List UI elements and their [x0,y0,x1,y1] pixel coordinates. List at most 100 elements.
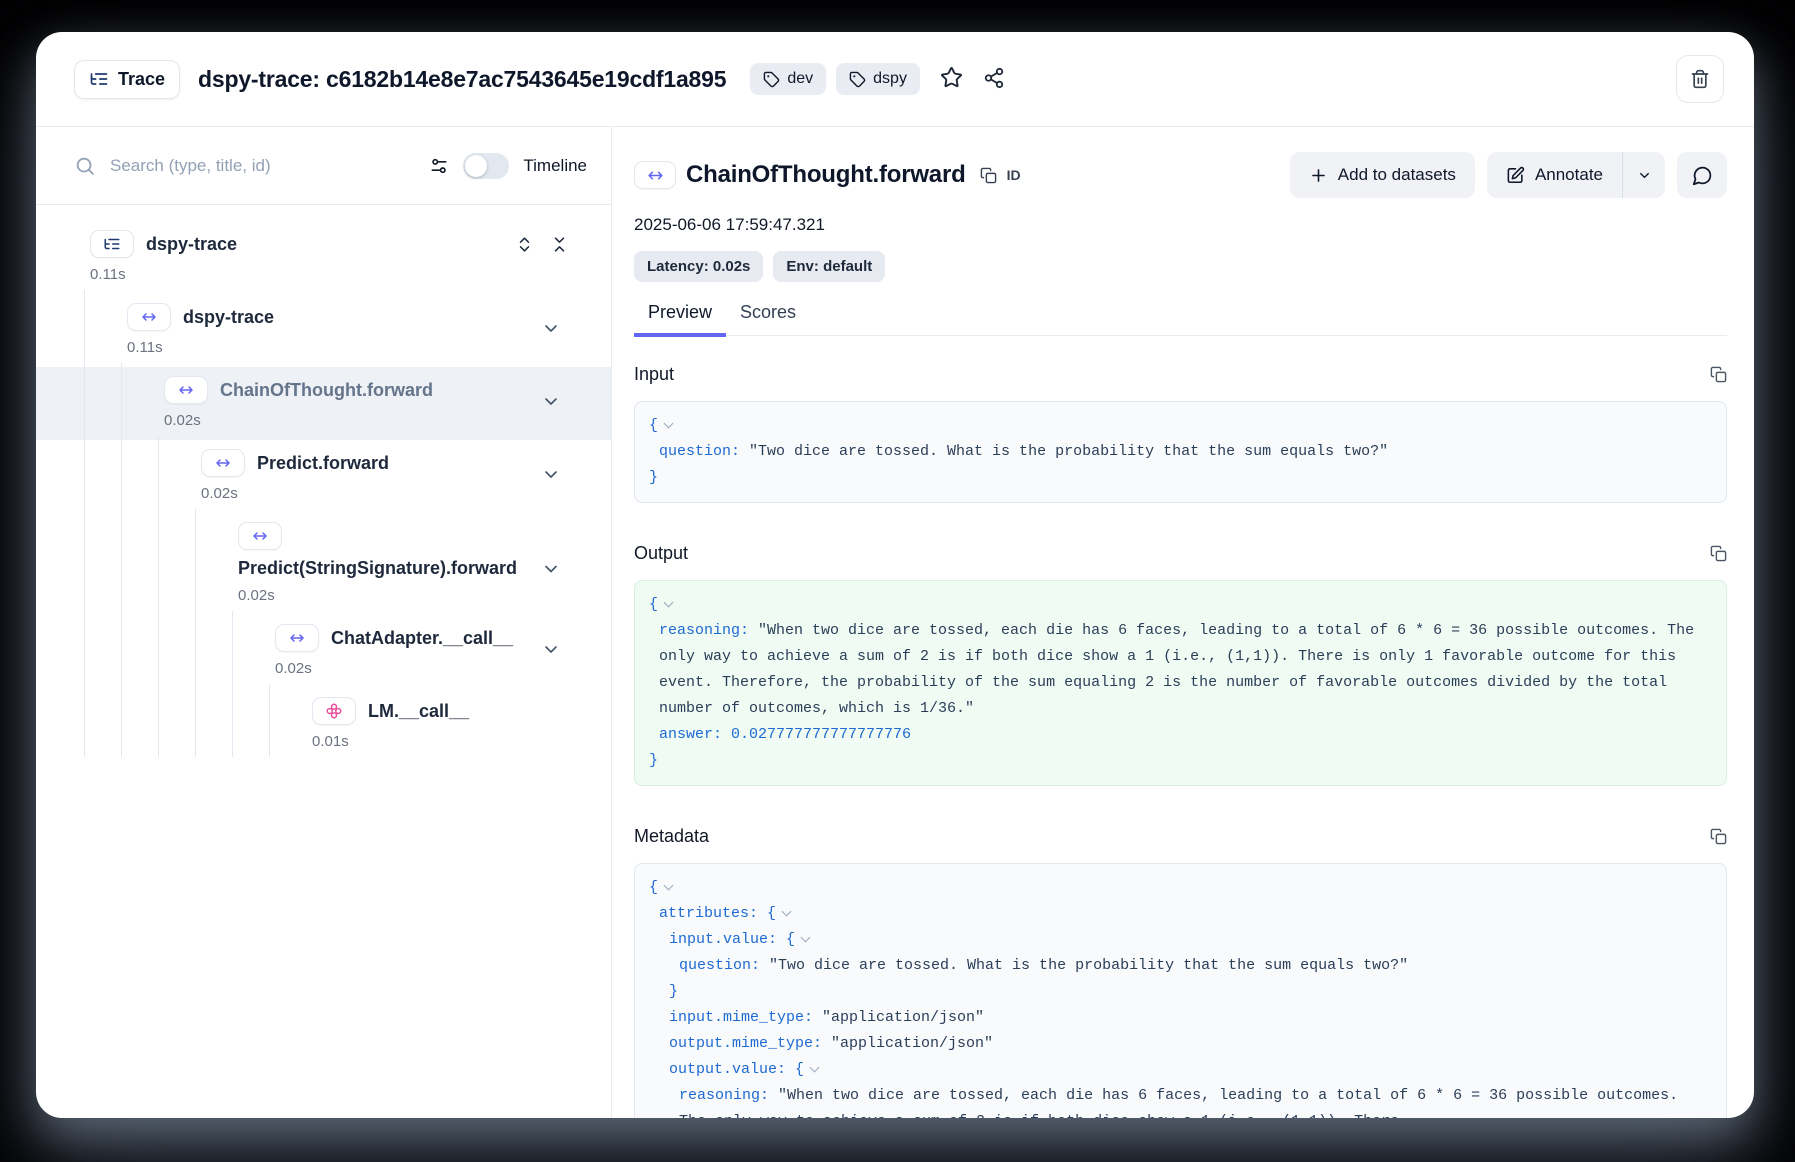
collapse-json-icon[interactable] [664,419,674,429]
plus-icon [1309,166,1328,185]
share-button[interactable] [983,67,1005,92]
tab-scores[interactable]: Scores [726,302,810,335]
search-input[interactable] [110,156,415,176]
collapse-all-icon[interactable] [550,235,569,254]
json-brace: { [786,1061,804,1078]
annotate-button-group: Annotate [1487,152,1665,198]
timeline-toggle-label: Timeline [523,156,587,176]
json-line: { [649,875,1712,901]
trace-sidebar: Timeline dspy-trace 0.11s dspy-trace 0.11s C… [36,127,612,1118]
span-type-badge [634,161,676,189]
tab-preview[interactable]: Preview [634,302,726,335]
status-badge: Env: default [773,251,885,282]
collapse-node-icon[interactable] [541,464,561,489]
tree-row[interactable]: ChainOfThought.forward0.02s [36,367,611,440]
json-line: output.value: { [649,1057,1712,1083]
json-line: { [649,413,1712,439]
collapse-node-icon[interactable] [541,639,561,664]
section-header: Output [634,543,1727,564]
json-str: "application/json" [813,1009,984,1026]
section-title: Metadata [634,826,709,847]
span-icon [214,454,232,472]
collapse-json-icon[interactable] [801,933,811,943]
generation-icon [325,702,343,720]
collapse-json-icon[interactable] [664,881,674,891]
json-brace: } [649,469,658,486]
tag-icon [849,71,866,88]
status-badge: Latency: 0.02s [634,251,763,282]
tree-row[interactable]: Predict(StringSignature).forward0.02s [36,513,611,615]
section-title: Input [634,364,674,385]
tree-item-label: ChatAdapter.__call__ [331,628,513,649]
add-to-datasets-button[interactable]: Add to datasets [1290,152,1475,198]
span-title-row: ChainOfThought.forward ID Add to dataset… [634,151,1727,199]
tag-pill[interactable]: dev [750,63,826,95]
chevron-down-icon [1637,168,1652,183]
json-key: attributes: [659,905,758,922]
comments-button[interactable] [1677,152,1727,198]
copy-section-button[interactable] [1710,545,1727,562]
duration-label: 0.11s [127,339,611,356]
collapse-json-icon[interactable] [664,598,674,608]
tree-controls [515,235,569,254]
trace-type-badge: Trace [74,60,180,99]
duration-label: 0.11s [90,266,611,283]
annotate-button[interactable]: Annotate [1487,152,1622,198]
json-line: reasoning: "When two dice are tossed, ea… [649,618,1712,722]
json-line: attributes: { [649,901,1712,927]
copy-section-button[interactable] [1710,366,1727,383]
json-key: reasoning: [679,1087,769,1104]
collapse-json-icon[interactable] [782,907,792,917]
tree-row[interactable]: LM.__call__0.01s [36,688,611,761]
span-actions: Add to datasets Annotate [1290,152,1727,198]
span-timestamp: 2025-06-06 17:59:47.321 [634,215,1727,235]
json-key: answer: [659,726,722,743]
add-to-datasets-label: Add to datasets [1338,165,1456,185]
tree-row[interactable]: dspy-trace 0.11s [36,294,611,367]
json-brace: } [649,752,658,769]
json-line: reasoning: "When two dice are tossed, ea… [649,1083,1712,1118]
tag-icon [763,71,780,88]
copy-section-button[interactable] [1710,828,1727,845]
json-viewer: {question: "Two dice are tossed. What is… [634,401,1727,503]
timeline-toggle[interactable] [463,153,509,179]
json-key: input.mime_type: [669,1009,813,1026]
tree-row[interactable]: Predict.forward0.02s [36,440,611,513]
star-button[interactable] [940,66,963,92]
json-brace: } [669,983,678,1000]
json-str: "When two dice are tossed, each die has … [679,1087,1687,1118]
delete-trace-button[interactable] [1676,55,1724,103]
collapse-node-icon[interactable] [541,391,561,416]
json-line: question: "Two dice are tossed. What is … [649,439,1712,465]
tag-pill[interactable]: dspy [836,63,920,95]
trace-window: Trace dspy-trace: c6182b14e8e7ac7543645e… [36,32,1754,1118]
tree-item-label: dspy-trace [146,234,237,255]
json-brace: { [758,905,776,922]
tree-row[interactable]: dspy-trace 0.11s [36,221,611,294]
filter-sliders-icon[interactable] [429,156,449,176]
span-icon [251,527,269,545]
expand-all-icon[interactable] [515,235,534,254]
annotate-dropdown-button[interactable] [1623,152,1665,198]
collapse-node-icon[interactable] [541,318,561,343]
span-icon [288,629,306,647]
span-icon [140,308,158,326]
json-line: { [649,592,1712,618]
trace-tree: dspy-trace 0.11s dspy-trace 0.11s ChainOfTho… [36,205,611,1118]
tree-item-label: dspy-trace [183,307,274,328]
json-viewer: {attributes: {input.value: {question: "T… [634,863,1727,1118]
json-str: "Two dice are tossed. What is the probab… [740,443,1388,460]
tree-item-label: ChainOfThought.forward [220,380,433,401]
copy-id-button[interactable] [980,167,997,184]
json-str: "application/json" [822,1035,993,1052]
json-num: 0.027777777777777776 [722,726,911,743]
toggle-knob [465,155,487,177]
trace-badge-label: Trace [118,69,165,90]
collapse-json-icon[interactable] [810,1063,820,1073]
id-label: ID [1007,167,1021,183]
collapse-node-icon[interactable] [541,559,561,579]
trace-icon [103,235,121,253]
tree-row[interactable]: ChatAdapter.__call__0.02s [36,615,611,688]
json-str: "When two dice are tossed, each die has … [659,622,1703,717]
tree-item-label: Predict.forward [257,453,389,474]
